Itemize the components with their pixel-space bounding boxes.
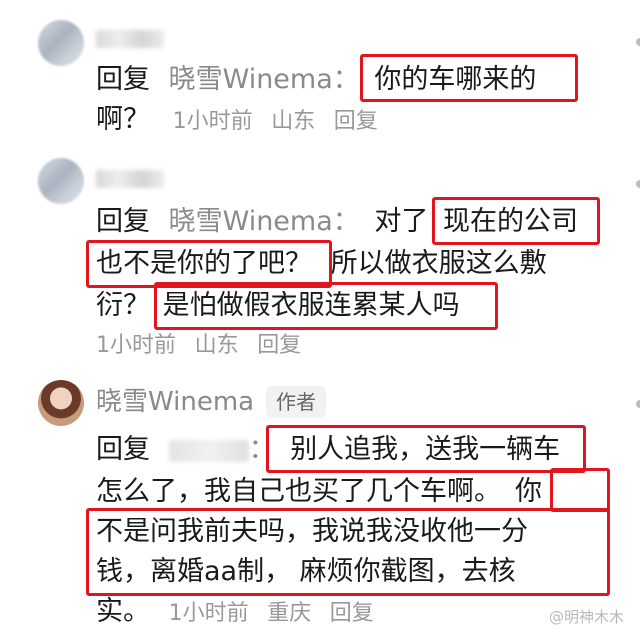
comment-time: 1小时前: [172, 109, 253, 134]
comment-location: 山东: [194, 333, 239, 358]
reply-target-user[interactable]: 晓雪Winema: [169, 64, 333, 95]
author-avatar[interactable]: [38, 380, 84, 426]
comment-time: 1小时前: [168, 601, 249, 626]
author-name[interactable]: 晓雪Winema: [96, 384, 254, 420]
comment-text: 你: [515, 476, 542, 507]
reply-prefix: 回复: [96, 64, 150, 95]
comment-text: 怎么了，我自己也买了几个车啊。: [96, 476, 501, 507]
highlight-box: [86, 508, 610, 596]
avatar[interactable]: [38, 20, 84, 66]
reply-button[interactable]: 回复: [257, 333, 301, 358]
highlight-box: [550, 468, 610, 512]
reply-button[interactable]: 回复: [334, 109, 378, 134]
comment-line: 怎么了，我自己也买了几个车啊。你: [96, 472, 542, 512]
separator: ：: [332, 206, 360, 237]
comment-meta: 1小时前 山东 回复: [96, 324, 301, 364]
highlight-box: [86, 240, 332, 288]
comment-location: 重庆: [267, 601, 312, 626]
author-badge: 作者: [266, 386, 326, 418]
comment-line: 实。 1小时前 重庆 回复: [96, 592, 374, 632]
highlight-box: [266, 425, 586, 473]
reply-prefix: 回复: [96, 434, 150, 465]
more-options-icon[interactable]: [636, 38, 640, 46]
username-blurred: [96, 30, 164, 48]
reply-button[interactable]: 回复: [330, 601, 374, 626]
separator: ：: [332, 64, 360, 95]
comment-time: 1小时前: [96, 333, 176, 358]
watermark: @明神木木: [548, 608, 624, 626]
comment-text: 对了: [374, 206, 429, 237]
reply-prefix: 回复: [96, 206, 150, 237]
comment-line: 啊？ 1小时前 山东 回复: [96, 100, 378, 140]
comment-text: 所以做衣服这么敷: [330, 248, 547, 279]
avatar[interactable]: [38, 158, 84, 204]
comment-text: 实。: [96, 596, 150, 627]
more-options-icon[interactable]: [636, 400, 640, 408]
reply-target-user[interactable]: 晓雪Winema: [169, 206, 333, 237]
reply-target-user-blurred[interactable]: [168, 439, 249, 462]
highlight-box: [432, 197, 600, 245]
more-options-icon[interactable]: [636, 180, 640, 188]
highlight-box: [154, 282, 498, 330]
comment-location: 山东: [271, 109, 316, 134]
comment-text: 衍？: [96, 290, 150, 321]
comment-text: 啊？: [96, 104, 150, 135]
highlight-box: [360, 54, 578, 102]
username-blurred: [96, 170, 164, 188]
